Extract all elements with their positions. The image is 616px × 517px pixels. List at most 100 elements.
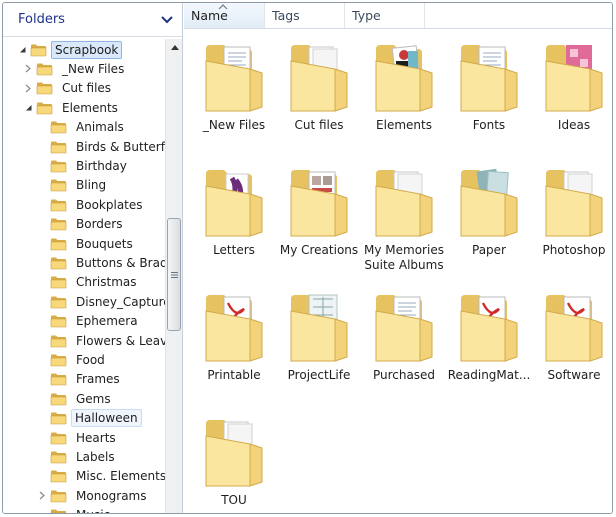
tree-item[interactable]: Christmas — [37, 273, 142, 292]
column-tags[interactable]: Tags — [265, 3, 345, 28]
tree-item[interactable]: Gems — [37, 389, 116, 408]
tree-item[interactable]: Borders — [37, 215, 127, 234]
tree-item-label: Animals — [76, 120, 124, 135]
folder-item[interactable]: ProjectLife — [274, 289, 364, 383]
folder-icon — [545, 295, 603, 362]
folder-icon — [50, 509, 67, 513]
tree-item[interactable]: Flowers & Leaves — [37, 331, 165, 350]
tree-item[interactable]: Music — [37, 506, 115, 513]
folder-item[interactable]: Paper — [444, 164, 534, 258]
folder-icon — [375, 170, 433, 237]
folder-icon — [50, 315, 67, 328]
column-name[interactable]: Name — [184, 3, 265, 28]
folder-item[interactable]: Letters — [189, 164, 279, 258]
tree-item[interactable]: Monograms — [37, 486, 152, 505]
column-name-label: Name — [191, 8, 228, 23]
tree-item[interactable]: Cut files — [23, 79, 116, 98]
folder-icon — [50, 393, 67, 405]
tree-item[interactable]: Buttons & Brads — [37, 253, 165, 272]
tree-item-label: Food — [76, 352, 105, 367]
column-type[interactable]: Type — [345, 3, 425, 28]
tree-item-label: Bouquets — [76, 236, 133, 251]
scroll-up-icon[interactable] — [166, 39, 183, 55]
tree-item-label: Ephemera — [76, 314, 138, 329]
folder-icon — [36, 63, 53, 76]
folders-header[interactable]: Folders — [3, 3, 182, 37]
folder-icon — [460, 45, 518, 112]
folder-item[interactable]: ReadingMat... — [444, 289, 534, 383]
folder-item[interactable]: _New Files — [189, 39, 279, 133]
expand-right-icon[interactable] — [23, 64, 33, 74]
tree-item[interactable]: Disney_Captures — [37, 292, 165, 311]
chevron-down-icon[interactable] — [160, 13, 174, 27]
folder-item[interactable]: Ideas — [529, 39, 612, 133]
folder-item[interactable]: Purchased — [359, 289, 449, 383]
folder-item-label: Cut files — [294, 118, 344, 132]
column-type-label: Type — [352, 8, 381, 23]
folder-item-label: Letters — [213, 243, 255, 257]
folder-icon — [50, 276, 67, 289]
tree-item[interactable]: Birds & Butterflies — [37, 137, 165, 156]
expand-right-icon[interactable] — [37, 491, 47, 501]
tree-item[interactable]: Halloween — [37, 409, 142, 428]
tree-item-label: Birds & Butterflies — [76, 139, 165, 154]
folder-item-label: ReadingMat... — [447, 368, 531, 382]
folder-icon — [50, 238, 67, 250]
scroll-thumb[interactable] — [167, 218, 181, 331]
expand-down-icon[interactable] — [23, 103, 33, 113]
explorer-window: Folders Scrapbook _New Files Cut files Elem… — [2, 2, 613, 514]
expand-down-icon[interactable] — [17, 45, 27, 55]
tree-item[interactable]: Bling — [37, 176, 111, 195]
tree-item[interactable]: Hearts — [37, 428, 121, 447]
tree-item-label: Music — [71, 506, 115, 513]
folder-item-label: TOU — [221, 493, 247, 507]
tree-item[interactable]: Elements — [23, 98, 123, 117]
folder-icon — [36, 82, 53, 95]
tree-item[interactable]: Labels — [37, 447, 120, 466]
expand-right-icon[interactable] — [23, 83, 33, 93]
tree-item-label: Scrapbook — [51, 40, 123, 59]
folder-icon — [290, 294, 348, 362]
folder-item-label: Paper — [472, 243, 506, 257]
tree-item-label: Labels — [76, 449, 115, 464]
folder-item[interactable]: Fonts — [444, 39, 534, 133]
tree-item[interactable]: _New Files — [23, 59, 129, 78]
tree-item[interactable]: Animals — [37, 118, 129, 137]
sort-ascending-icon — [218, 4, 228, 10]
tree-item-label: Hearts — [76, 430, 116, 445]
folder-item-label: Ideas — [557, 118, 591, 132]
folder-item-label: Printable — [207, 368, 261, 382]
folder-item[interactable]: My Creations — [274, 164, 364, 258]
folder-item[interactable]: Elements — [359, 39, 449, 133]
tree-item-label: Christmas — [76, 275, 137, 290]
folder-item[interactable]: My Memories Suite Albums — [359, 164, 449, 273]
tree-item[interactable]: Birthday — [37, 156, 132, 175]
folder-item[interactable]: Cut files — [274, 39, 364, 133]
folder-icon — [50, 432, 67, 444]
tree-item[interactable]: Bouquets — [37, 234, 138, 253]
folder-item[interactable]: TOU — [189, 414, 279, 508]
folder-icon — [460, 168, 518, 237]
tree-item-label: Monograms — [76, 488, 147, 503]
tree-item[interactable]: Bookplates — [37, 195, 148, 214]
tree-item[interactable]: Food — [37, 350, 110, 369]
tree-item[interactable]: Frames — [37, 370, 125, 389]
folder-item-label: Elements — [376, 118, 432, 132]
tree-scrollbar[interactable] — [165, 39, 182, 513]
folder-tree: Scrapbook _New Files Cut files Elements Anim… — [3, 39, 165, 513]
folder-item[interactable]: Photoshop — [529, 164, 612, 258]
tree-item-label: Frames — [76, 372, 120, 387]
folder-item[interactable]: Software — [529, 289, 612, 383]
tree-item[interactable]: Ephemera — [37, 312, 143, 331]
folder-icon — [205, 170, 263, 237]
folder-item[interactable]: Printable — [189, 289, 279, 383]
tree-item[interactable]: Misc. Elements — [37, 467, 165, 486]
tree-item[interactable]: Scrapbook — [17, 40, 123, 59]
